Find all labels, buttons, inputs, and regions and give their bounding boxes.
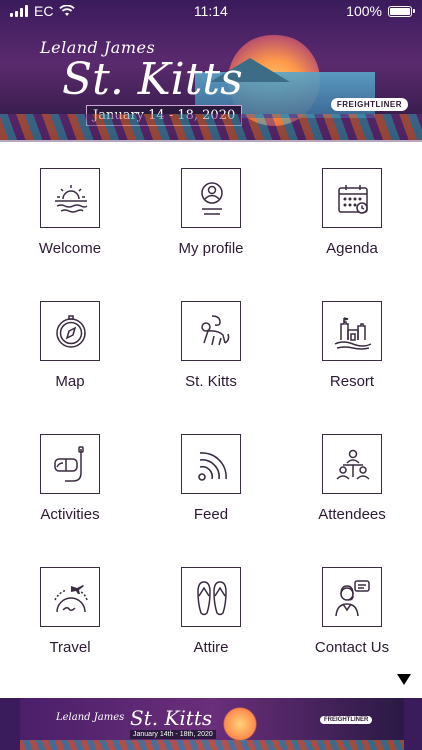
menu-tile-my-profile[interactable]: My profile bbox=[141, 142, 281, 274]
menu-tile-welcome[interactable]: Welcome bbox=[0, 142, 140, 274]
sunset-icon bbox=[55, 185, 88, 213]
menu-label: St. Kitts bbox=[185, 373, 237, 390]
menu-label: Welcome bbox=[38, 240, 102, 257]
menu-tile-resort[interactable]: Resort bbox=[282, 275, 422, 407]
profile-icon bbox=[201, 182, 223, 215]
sandcastle-icon bbox=[334, 317, 372, 350]
menu-label: Travel bbox=[49, 639, 91, 656]
clock: 11:14 bbox=[193, 3, 228, 19]
status-bar: EC 11:14 100% bbox=[0, 0, 422, 22]
banner-place: St. Kitts bbox=[62, 54, 243, 105]
monkey-icon bbox=[201, 315, 230, 346]
sponsor-logo: FREIGHTLINER bbox=[330, 98, 408, 111]
menu-label: My profile bbox=[178, 240, 244, 257]
menu-label: Activities bbox=[40, 506, 100, 523]
menu-label: Agenda bbox=[326, 240, 378, 257]
footer-brand: Leland James bbox=[56, 712, 125, 723]
carrier-label: EC bbox=[34, 3, 54, 19]
footer-foliage-graphic bbox=[20, 740, 404, 750]
menu-tile-activities[interactable]: Activities bbox=[0, 408, 140, 540]
airplane-globe-icon bbox=[54, 585, 88, 613]
menu-tile-travel[interactable]: Travel bbox=[0, 541, 140, 673]
footer-dates: January 14th - 18th, 2020 bbox=[130, 730, 216, 739]
wifi-icon bbox=[59, 5, 76, 16]
menu-tile-agenda[interactable]: Agenda bbox=[282, 142, 422, 274]
footer-banner[interactable]: Leland James St. Kitts January 14th - 18… bbox=[0, 698, 422, 750]
footer-place: St. Kitts bbox=[130, 706, 213, 730]
menu-tile-feed[interactable]: Feed bbox=[141, 408, 281, 540]
banner-title: Leland James St. Kitts January 14 - 18, … bbox=[40, 38, 243, 126]
menu-label: Feed bbox=[193, 506, 229, 523]
menu-tile-map[interactable]: Map bbox=[0, 275, 140, 407]
footer-sunset-graphic bbox=[220, 704, 260, 744]
menu-tile-attendees[interactable]: Attendees bbox=[282, 408, 422, 540]
menu-label: Resort bbox=[329, 373, 375, 390]
menu-label: Attire bbox=[193, 639, 229, 656]
snorkel-icon bbox=[54, 446, 84, 482]
attendees-icon bbox=[336, 449, 370, 480]
menu-label: Attendees bbox=[318, 506, 386, 523]
compass-icon bbox=[56, 315, 86, 348]
menu-tile-st-kitts[interactable]: St. Kitts bbox=[141, 275, 281, 407]
menu-label: Map bbox=[55, 373, 85, 390]
rss-feed-icon bbox=[198, 452, 227, 481]
menu-tile-contact-us[interactable]: Contact Us bbox=[282, 541, 422, 673]
flip-flops-icon bbox=[197, 581, 227, 616]
support-agent-icon bbox=[335, 580, 370, 617]
battery-percent: 100% bbox=[346, 3, 382, 19]
battery-icon bbox=[387, 5, 415, 17]
triangle-down-icon[interactable] bbox=[397, 674, 411, 685]
menu-tile-attire[interactable]: Attire bbox=[141, 541, 281, 673]
footer-sponsor-logo: FREIGHTLINER bbox=[320, 716, 373, 724]
foliage-graphic bbox=[0, 114, 422, 140]
calendar-icon bbox=[338, 185, 368, 214]
menu-label: Contact Us bbox=[314, 639, 390, 656]
cellular-signal-icon bbox=[10, 5, 28, 17]
menu-grid: Welcome My profile Agenda Map St. Kitts … bbox=[0, 142, 422, 698]
